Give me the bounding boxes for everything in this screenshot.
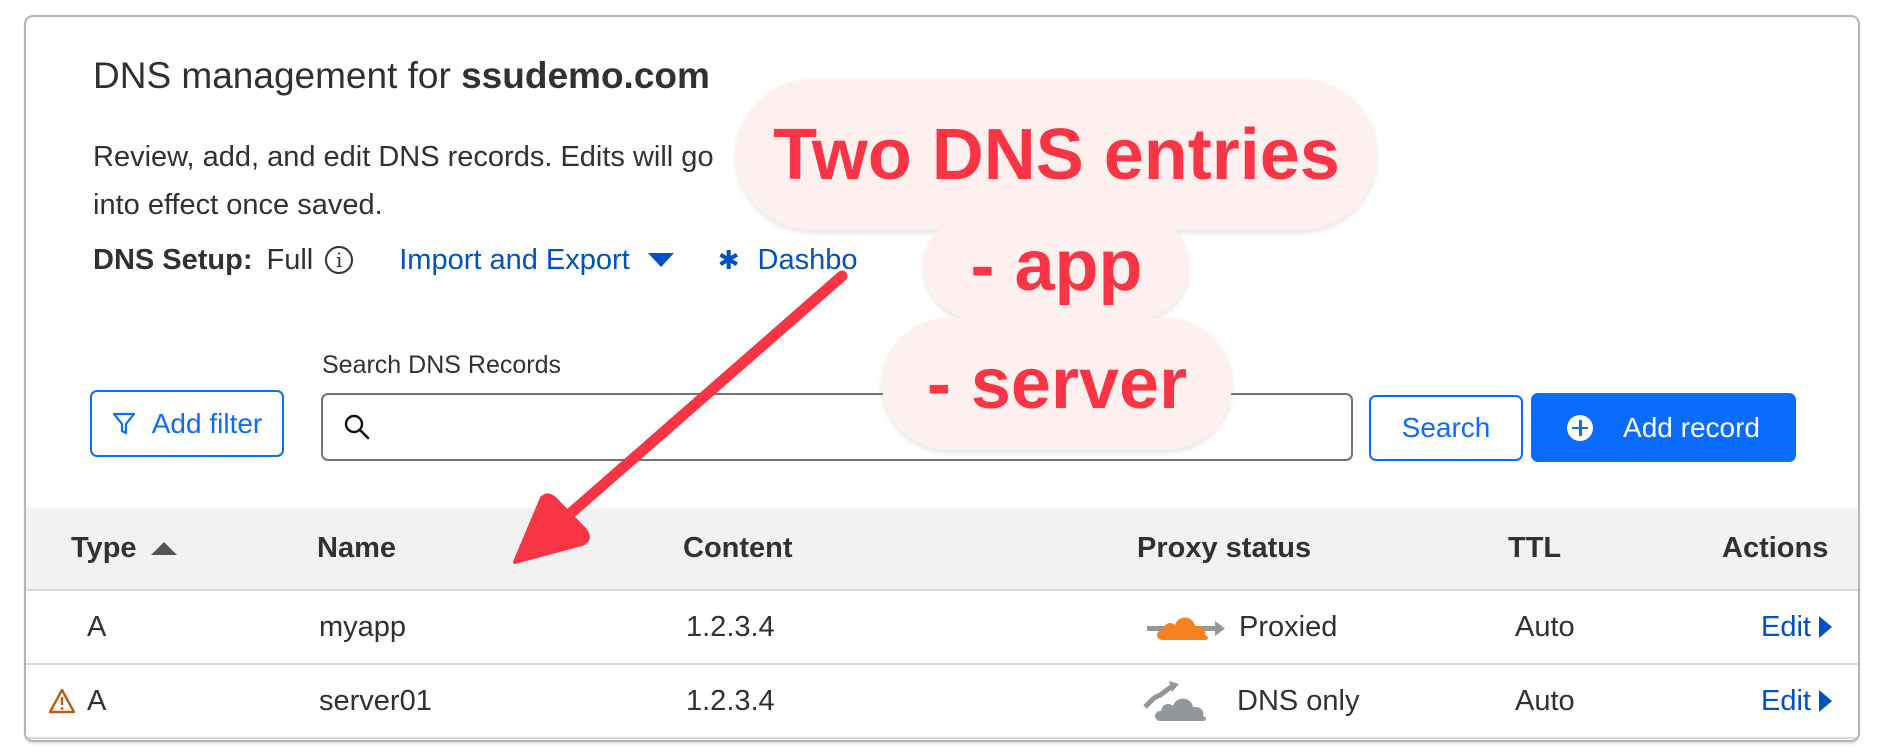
search-icon — [344, 414, 370, 440]
sort-ascending-icon — [150, 542, 177, 555]
edit-record-button[interactable]: Edit — [1761, 591, 1832, 663]
edit-label: Edit — [1761, 684, 1811, 717]
orange-cloud-icon — [1147, 617, 1225, 640]
edit-label: Edit — [1761, 610, 1811, 643]
column-header-name[interactable]: Name — [317, 508, 396, 589]
record-content: 1.2.3.4 — [686, 684, 775, 717]
domain-name: ssudemo.com — [461, 55, 710, 96]
edit-record-button[interactable]: Edit — [1761, 665, 1832, 737]
dns-setup-value: Full — [266, 243, 314, 276]
record-type: A — [87, 610, 107, 643]
dns-setup-label: DNS Setup: — [93, 243, 253, 276]
gear-icon: ✱ — [717, 244, 740, 275]
proxy-status-text: DNS only — [1237, 684, 1360, 717]
record-name: myapp — [319, 610, 407, 643]
column-header-actions: Actions — [1722, 532, 1829, 564]
column-header-type[interactable]: Type — [71, 508, 177, 589]
annotation-bubble-title: Two DNS entries — [736, 79, 1377, 230]
add-filter-label: Add filter — [151, 407, 263, 439]
record-ttl: Auto — [1515, 610, 1575, 643]
table-header: Type Name Content Proxy status TTL Actio… — [26, 508, 1858, 591]
search-label: Search DNS Records — [322, 351, 561, 379]
record-ttl: Auto — [1515, 684, 1575, 717]
table-row[interactable]: A myapp 1.2.3.4 Proxied Auto Edit — [26, 591, 1858, 665]
filter-icon — [112, 412, 135, 434]
proxy-status-cell: Proxied — [1147, 591, 1337, 663]
add-record-button[interactable]: Add record — [1531, 393, 1796, 462]
dashboard-label-visible: Dashbo — [757, 243, 858, 276]
grey-cloud-icon — [1143, 681, 1206, 721]
column-header-content[interactable]: Content — [683, 508, 793, 589]
column-header-ttl[interactable]: TTL — [1508, 508, 1561, 589]
record-content: 1.2.3.4 — [686, 610, 775, 643]
proxy-status-cell: DNS only — [1143, 665, 1360, 737]
title-prefix: DNS management for — [93, 55, 462, 96]
add-record-label: Add record — [1623, 411, 1760, 443]
record-name: server01 — [319, 684, 432, 717]
table-row[interactable]: A server01 1.2.3.4 DNS only Auto Edit — [26, 665, 1858, 739]
caret-down-icon — [647, 253, 674, 267]
proxy-status-text: Proxied — [1239, 610, 1338, 643]
warning-cell — [48, 665, 76, 737]
search-button[interactable]: Search — [1369, 395, 1523, 461]
annotation-bubble-server: - server — [882, 318, 1232, 450]
page-title: DNS management for ssudemo.com — [93, 55, 710, 97]
column-header-proxy-status[interactable]: Proxy status — [1137, 508, 1311, 589]
import-export-dropdown[interactable]: Import and Export — [399, 244, 674, 277]
record-type: A — [87, 684, 107, 717]
column-type-label: Type — [71, 532, 137, 564]
info-icon[interactable]: i — [325, 246, 354, 274]
plus-circle-icon — [1567, 414, 1594, 441]
page-description: Review, add, and edit DNS records. Edits… — [93, 141, 714, 221]
warning-icon[interactable] — [48, 688, 76, 714]
annotation-bubble-app: - app — [924, 212, 1189, 320]
add-filter-button[interactable]: Add filter — [90, 390, 284, 457]
import-export-label: Import and Export — [399, 243, 630, 276]
caret-right-icon — [1818, 690, 1832, 712]
caret-right-icon — [1818, 616, 1832, 638]
